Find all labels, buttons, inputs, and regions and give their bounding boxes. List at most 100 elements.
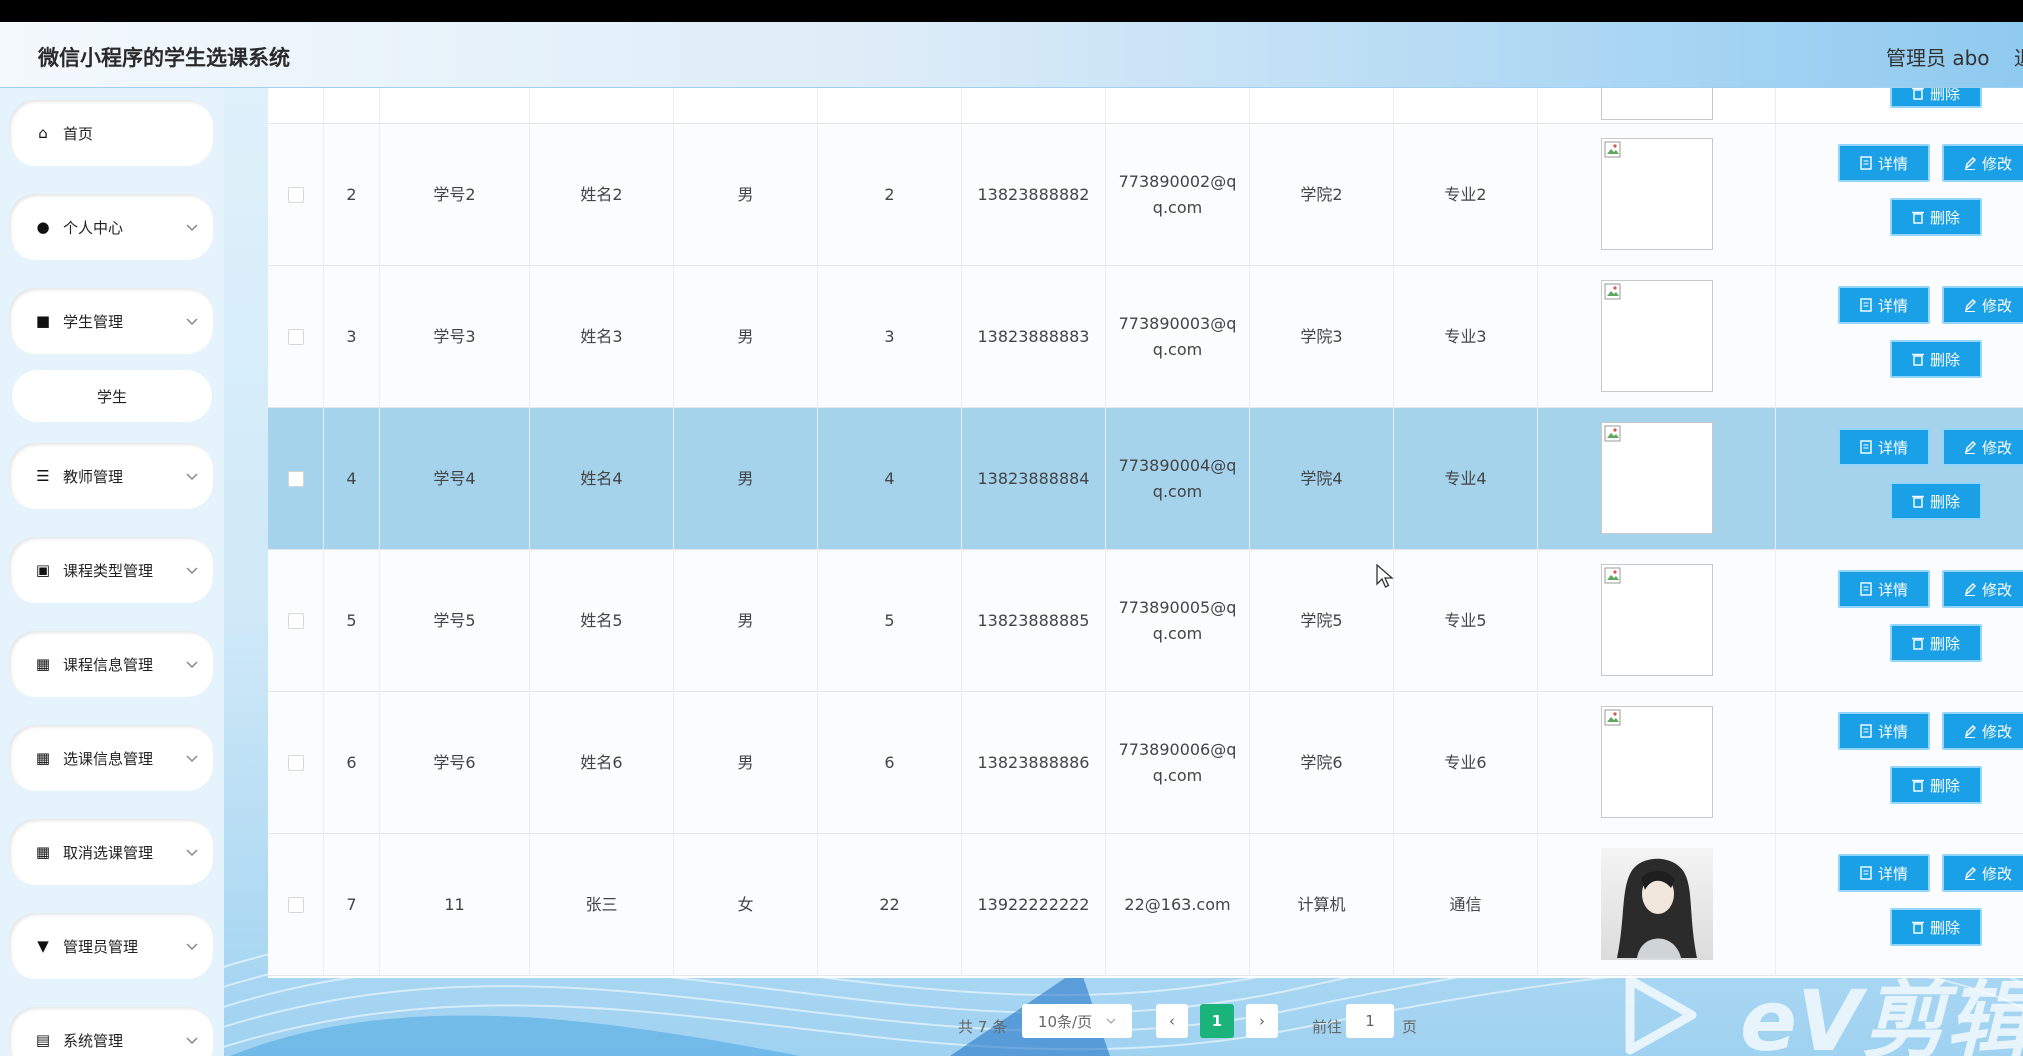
table-row[interactable]: 4 学号4 姓名4 男 4 13823888884 773890004@q q.com 学院4 专… xyxy=(268,408,2023,550)
video-watermark: eV剪辑 xyxy=(1620,960,2023,1056)
delete-button[interactable]: 删除 xyxy=(1890,766,1982,804)
student-gender: 女 xyxy=(674,834,818,975)
student-gender: 男 xyxy=(674,408,818,549)
sidebar-item-teacher-management[interactable]: ☰ 教师管理 xyxy=(9,443,213,509)
trash-icon xyxy=(1911,211,1924,224)
email-line: 773890006@q xyxy=(1118,739,1237,759)
sidebar-item-student-management[interactable]: ■ 学生管理 xyxy=(9,288,213,354)
chevron-down-icon xyxy=(186,755,198,763)
detail-button[interactable]: 详情 xyxy=(1838,854,1930,892)
prev-page-button[interactable]: ‹ xyxy=(1156,1004,1188,1038)
detail-button[interactable]: 详情 xyxy=(1838,144,1930,182)
student-name: 姓名2 xyxy=(530,124,674,265)
student-gender: 男 xyxy=(674,550,818,691)
delete-button-label: 删除 xyxy=(1929,918,1960,937)
student-college: 学院4 xyxy=(1250,408,1394,549)
row-checkbox[interactable] xyxy=(287,612,304,629)
pagination-total: 共 7 条 xyxy=(958,1018,1008,1036)
logout-link[interactable]: 退 xyxy=(2014,42,2023,71)
student-email: 773890006@q q.com xyxy=(1106,692,1250,833)
edit-button[interactable]: 修改 xyxy=(1942,286,2023,324)
table-cell xyxy=(530,88,674,123)
row-checkbox-cell xyxy=(268,266,324,407)
table-row[interactable]: 3 学号3 姓名3 男 3 13823888883 773890003@q q.com 学院3 专… xyxy=(268,266,2023,408)
edit-button-label: 修改 xyxy=(1981,864,2012,883)
sidebar-item-cancel-selection-management[interactable]: ▦ 取消选课管理 xyxy=(9,819,213,885)
table-cell xyxy=(818,88,962,123)
main-area: ⌂ 首页 ● 个人中心 ■ 学生管理 学生 ☰ 教师管理 ▣ 课程类型管理 ▦ … xyxy=(0,88,2023,1056)
table-cell xyxy=(962,88,1106,123)
page-size-select[interactable]: 10条/页 xyxy=(1022,1004,1132,1038)
sidebar-item-home[interactable]: ⌂ 首页 xyxy=(9,100,213,166)
sidebar-item-admin-management[interactable]: ▼ 管理员管理 xyxy=(9,913,213,979)
table-row[interactable]: 5 学号5 姓名5 男 5 13823888885 773890005@q q.com 学院5 专… xyxy=(268,550,2023,692)
delete-button[interactable]: 删除 xyxy=(1890,340,1982,378)
email-line: q.com xyxy=(1152,197,1203,217)
row-checkbox-cell xyxy=(268,124,324,265)
row-checkbox[interactable] xyxy=(287,896,304,913)
sidebar-item-course-info-management[interactable]: ▦ 课程信息管理 xyxy=(9,631,213,697)
detail-button[interactable]: 详情 xyxy=(1838,712,1930,750)
table-row[interactable]: 2 学号2 姓名2 男 2 13823888882 773890002@q q.com 学院2 专… xyxy=(268,124,2023,266)
sidebar-item-personal-center[interactable]: ● 个人中心 xyxy=(9,194,213,260)
email-line: q.com xyxy=(1152,339,1203,359)
table-row[interactable]: 6 学号6 姓名6 男 6 13823888886 773890006@q q.com 学院6 专… xyxy=(268,692,2023,834)
student-major: 专业3 xyxy=(1394,266,1538,407)
page-number-current[interactable]: 1 xyxy=(1200,1004,1234,1038)
goto-page-input[interactable]: 1 xyxy=(1346,1004,1394,1038)
table-cell xyxy=(268,88,324,123)
sidebar-item-course-type-management[interactable]: ▣ 课程类型管理 xyxy=(9,537,213,603)
chevron-down-icon xyxy=(186,849,198,857)
student-age: 5 xyxy=(818,550,962,691)
email-line: 22@163.com xyxy=(1124,894,1231,914)
delete-button[interactable]: 删除 xyxy=(1890,198,1982,236)
next-page-button[interactable]: › xyxy=(1246,1004,1278,1038)
student-phone: 13922222222 xyxy=(962,834,1106,975)
delete-button-label: 删除 xyxy=(1929,350,1960,369)
pencil-icon xyxy=(1964,867,1976,880)
detail-button[interactable]: 详情 xyxy=(1838,428,1930,466)
edit-button[interactable]: 修改 xyxy=(1942,428,2023,466)
table-cell xyxy=(1250,88,1394,123)
sidebar-subitem-student[interactable]: 学生 xyxy=(12,370,212,422)
detail-button[interactable]: 详情 xyxy=(1838,570,1930,608)
row-checkbox[interactable] xyxy=(287,186,304,203)
delete-button[interactable]: 删除 xyxy=(1890,482,1982,520)
sidebar-item-selection-info-management[interactable]: ▦ 选课信息管理 xyxy=(9,725,213,791)
sidebar-item-label: 首页 xyxy=(63,124,94,143)
student-number: 11 xyxy=(380,834,530,975)
student-email: 22@163.com xyxy=(1106,834,1250,975)
broken-image-icon xyxy=(1604,425,1621,442)
sidebar-item-label: 个人中心 xyxy=(63,218,124,237)
goto-suffix: 页 xyxy=(1402,1018,1418,1036)
edit-button[interactable]: 修改 xyxy=(1942,144,2023,182)
podium-icon: ▼ xyxy=(37,937,49,955)
clipboard-icon: ▣ xyxy=(35,561,51,579)
student-gender: 男 xyxy=(674,266,818,407)
edit-button[interactable]: 修改 xyxy=(1942,712,2023,750)
pencil-icon xyxy=(1964,157,1976,170)
row-index: 2 xyxy=(324,124,380,265)
delete-button[interactable]: 删除 xyxy=(1890,624,1982,662)
email-line: 773890003@q xyxy=(1118,313,1237,333)
edit-button[interactable]: 修改 xyxy=(1942,854,2023,892)
delete-button[interactable]: 删除 xyxy=(1890,88,1982,108)
chevron-down-icon xyxy=(186,943,198,951)
detail-button[interactable]: 详情 xyxy=(1838,286,1930,324)
student-age: 2 xyxy=(818,124,962,265)
grid-icon: ▦ xyxy=(35,655,51,673)
row-checkbox[interactable] xyxy=(287,328,304,345)
row-checkbox[interactable] xyxy=(287,470,304,487)
detail-button-label: 详情 xyxy=(1877,296,1908,315)
table-cell xyxy=(324,88,380,123)
delete-button[interactable]: 删除 xyxy=(1890,908,1982,946)
edit-button[interactable]: 修改 xyxy=(1942,570,2023,608)
sidebar-item-label: 选课信息管理 xyxy=(63,749,154,768)
photo-thumbnail xyxy=(1601,422,1713,534)
student-age: 6 xyxy=(818,692,962,833)
student-name: 姓名3 xyxy=(530,266,674,407)
row-checkbox[interactable] xyxy=(287,754,304,771)
row-checkbox-cell xyxy=(268,692,324,833)
email-line: 773890005@q xyxy=(1118,597,1237,617)
student-college: 学院5 xyxy=(1250,550,1394,691)
